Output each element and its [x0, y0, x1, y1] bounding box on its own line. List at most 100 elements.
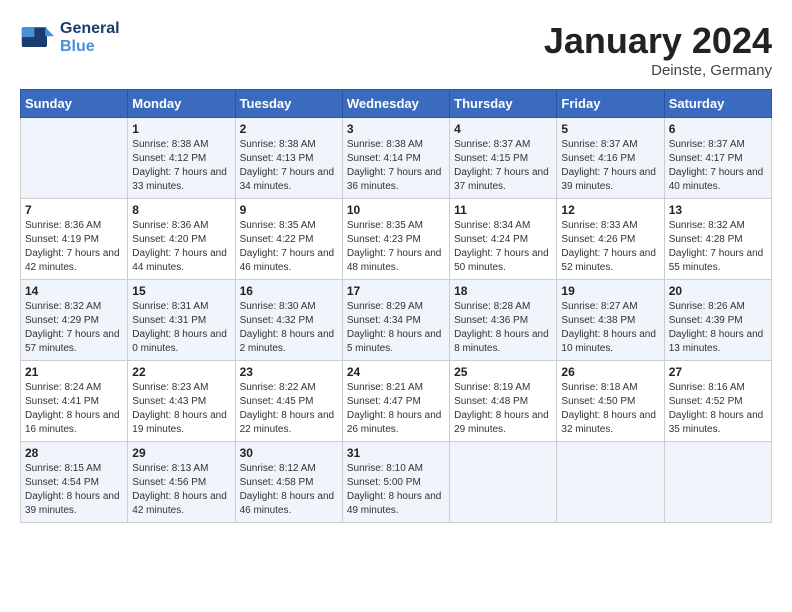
calendar-cell: 26 Sunrise: 8:18 AMSunset: 4:50 PMDayligh… [557, 361, 664, 442]
day-number: 1 [132, 122, 230, 136]
logo: General Blue [20, 20, 120, 56]
day-number: 8 [132, 203, 230, 217]
day-info: Sunrise: 8:34 AMSunset: 4:24 PMDaylight:… [454, 219, 552, 275]
calendar-week-1: 1 Sunrise: 8:38 AMSunset: 4:12 PMDaylight… [21, 118, 772, 199]
day-number: 19 [561, 284, 659, 298]
day-info: Sunrise: 8:36 AMSunset: 4:19 PMDaylight:… [25, 219, 123, 275]
day-number: 5 [561, 122, 659, 136]
day-info: Sunrise: 8:13 AMSunset: 4:56 PMDaylight:… [132, 462, 230, 518]
calendar-cell: 11 Sunrise: 8:34 AMSunset: 4:24 PMDayligh… [450, 199, 557, 280]
day-info: Sunrise: 8:26 AMSunset: 4:39 PMDaylight:… [669, 300, 767, 356]
calendar-week-2: 7Sunrise: 8:36 AMSunset: 4:19 PMDaylight… [21, 199, 772, 280]
day-number: 11 [454, 203, 552, 217]
day-info: Sunrise: 8:38 AMSunset: 4:12 PMDaylight:… [132, 138, 230, 194]
day-number: 22 [132, 365, 230, 379]
day-number: 6 [669, 122, 767, 136]
calendar-cell: 10 Sunrise: 8:35 AMSunset: 4:23 PMDayligh… [342, 199, 449, 280]
logo-icon [20, 20, 56, 56]
day-info: Sunrise: 8:38 AMSunset: 4:14 PMDaylight:… [347, 138, 445, 194]
day-number: 3 [347, 122, 445, 136]
calendar-cell: 31 Sunrise: 8:10 AMSunset: 5:00 PMDayligh… [342, 442, 449, 523]
calendar-table: SundayMondayTuesdayWednesdayThursdayFrid… [20, 89, 772, 523]
day-number: 2 [240, 122, 338, 136]
calendar-cell [450, 442, 557, 523]
calendar-cell: 5 Sunrise: 8:37 AMSunset: 4:16 PMDaylight… [557, 118, 664, 199]
header-saturday: Saturday [664, 90, 771, 118]
day-info: Sunrise: 8:16 AMSunset: 4:52 PMDaylight:… [669, 381, 767, 437]
day-info: Sunrise: 8:10 AMSunset: 5:00 PMDaylight:… [347, 462, 445, 518]
day-number: 12 [561, 203, 659, 217]
calendar-header-row: SundayMondayTuesdayWednesdayThursdayFrid… [21, 90, 772, 118]
header-friday: Friday [557, 90, 664, 118]
calendar-cell: 14Sunrise: 8:32 AMSunset: 4:29 PMDayligh… [21, 280, 128, 361]
day-number: 30 [240, 446, 338, 460]
calendar-cell: 9Sunrise: 8:35 AMSunset: 4:22 PMDaylight… [235, 199, 342, 280]
day-info: Sunrise: 8:15 AMSunset: 4:54 PMDaylight:… [25, 462, 123, 518]
calendar-cell [664, 442, 771, 523]
day-info: Sunrise: 8:21 AMSunset: 4:47 PMDaylight:… [347, 381, 445, 437]
day-info: Sunrise: 8:33 AMSunset: 4:26 PMDaylight:… [561, 219, 659, 275]
header-wednesday: Wednesday [342, 90, 449, 118]
header-tuesday: Tuesday [235, 90, 342, 118]
calendar-week-5: 28Sunrise: 8:15 AMSunset: 4:54 PMDayligh… [21, 442, 772, 523]
calendar-cell: 23 Sunrise: 8:22 AMSunset: 4:45 PMDayligh… [235, 361, 342, 442]
calendar-cell: 20 Sunrise: 8:26 AMSunset: 4:39 PMDayligh… [664, 280, 771, 361]
day-number: 9 [240, 203, 338, 217]
calendar-cell: 6 Sunrise: 8:37 AMSunset: 4:17 PMDaylight… [664, 118, 771, 199]
calendar-cell: 1 Sunrise: 8:38 AMSunset: 4:12 PMDaylight… [128, 118, 235, 199]
calendar-cell [557, 442, 664, 523]
day-number: 24 [347, 365, 445, 379]
calendar-week-3: 14Sunrise: 8:32 AMSunset: 4:29 PMDayligh… [21, 280, 772, 361]
day-number: 14 [25, 284, 123, 298]
header-thursday: Thursday [450, 90, 557, 118]
page-header: General Blue January 2024 Deinste, Germa… [20, 20, 772, 79]
day-number: 15 [132, 284, 230, 298]
calendar-cell: 18 Sunrise: 8:28 AMSunset: 4:36 PMDayligh… [450, 280, 557, 361]
location: Deinste, Germany [544, 62, 772, 79]
day-number: 10 [347, 203, 445, 217]
day-info: Sunrise: 8:22 AMSunset: 4:45 PMDaylight:… [240, 381, 338, 437]
header-sunday: Sunday [21, 90, 128, 118]
day-number: 17 [347, 284, 445, 298]
calendar-cell: 2 Sunrise: 8:38 AMSunset: 4:13 PMDaylight… [235, 118, 342, 199]
day-info: Sunrise: 8:27 AMSunset: 4:38 PMDaylight:… [561, 300, 659, 356]
header-monday: Monday [128, 90, 235, 118]
day-info: Sunrise: 8:23 AMSunset: 4:43 PMDaylight:… [132, 381, 230, 437]
day-number: 27 [669, 365, 767, 379]
day-info: Sunrise: 8:36 AMSunset: 4:20 PMDaylight:… [132, 219, 230, 275]
logo-text: General Blue [60, 20, 120, 55]
day-info: Sunrise: 8:38 AMSunset: 4:13 PMDaylight:… [240, 138, 338, 194]
calendar-cell: 22 Sunrise: 8:23 AMSunset: 4:43 PMDayligh… [128, 361, 235, 442]
day-info: Sunrise: 8:18 AMSunset: 4:50 PMDaylight:… [561, 381, 659, 437]
calendar-cell: 17 Sunrise: 8:29 AMSunset: 4:34 PMDayligh… [342, 280, 449, 361]
day-info: Sunrise: 8:12 AMSunset: 4:58 PMDaylight:… [240, 462, 338, 518]
title-block: January 2024 Deinste, Germany [544, 20, 772, 79]
calendar-cell: 25 Sunrise: 8:19 AMSunset: 4:48 PMDayligh… [450, 361, 557, 442]
calendar-cell: 13Sunrise: 8:32 AMSunset: 4:28 PMDayligh… [664, 199, 771, 280]
day-number: 26 [561, 365, 659, 379]
day-info: Sunrise: 8:30 AMSunset: 4:32 PMDaylight:… [240, 300, 338, 356]
calendar-cell: 16 Sunrise: 8:30 AMSunset: 4:32 PMDayligh… [235, 280, 342, 361]
calendar-cell: 7Sunrise: 8:36 AMSunset: 4:19 PMDaylight… [21, 199, 128, 280]
day-number: 4 [454, 122, 552, 136]
calendar-cell: 29 Sunrise: 8:13 AMSunset: 4:56 PMDayligh… [128, 442, 235, 523]
day-info: Sunrise: 8:37 AMSunset: 4:15 PMDaylight:… [454, 138, 552, 194]
day-number: 29 [132, 446, 230, 460]
calendar-cell: 28Sunrise: 8:15 AMSunset: 4:54 PMDayligh… [21, 442, 128, 523]
day-info: Sunrise: 8:28 AMSunset: 4:36 PMDaylight:… [454, 300, 552, 356]
day-info: Sunrise: 8:29 AMSunset: 4:34 PMDaylight:… [347, 300, 445, 356]
day-info: Sunrise: 8:37 AMSunset: 4:16 PMDaylight:… [561, 138, 659, 194]
day-info: Sunrise: 8:24 AMSunset: 4:41 PMDaylight:… [25, 381, 123, 437]
day-number: 23 [240, 365, 338, 379]
day-info: Sunrise: 8:19 AMSunset: 4:48 PMDaylight:… [454, 381, 552, 437]
day-number: 25 [454, 365, 552, 379]
day-number: 16 [240, 284, 338, 298]
day-info: Sunrise: 8:32 AMSunset: 4:28 PMDaylight:… [669, 219, 767, 275]
day-number: 20 [669, 284, 767, 298]
day-info: Sunrise: 8:37 AMSunset: 4:17 PMDaylight:… [669, 138, 767, 194]
calendar-cell: 24 Sunrise: 8:21 AMSunset: 4:47 PMDayligh… [342, 361, 449, 442]
day-info: Sunrise: 8:35 AMSunset: 4:23 PMDaylight:… [347, 219, 445, 275]
calendar-cell: 8 Sunrise: 8:36 AMSunset: 4:20 PMDaylight… [128, 199, 235, 280]
day-number: 18 [454, 284, 552, 298]
day-number: 31 [347, 446, 445, 460]
